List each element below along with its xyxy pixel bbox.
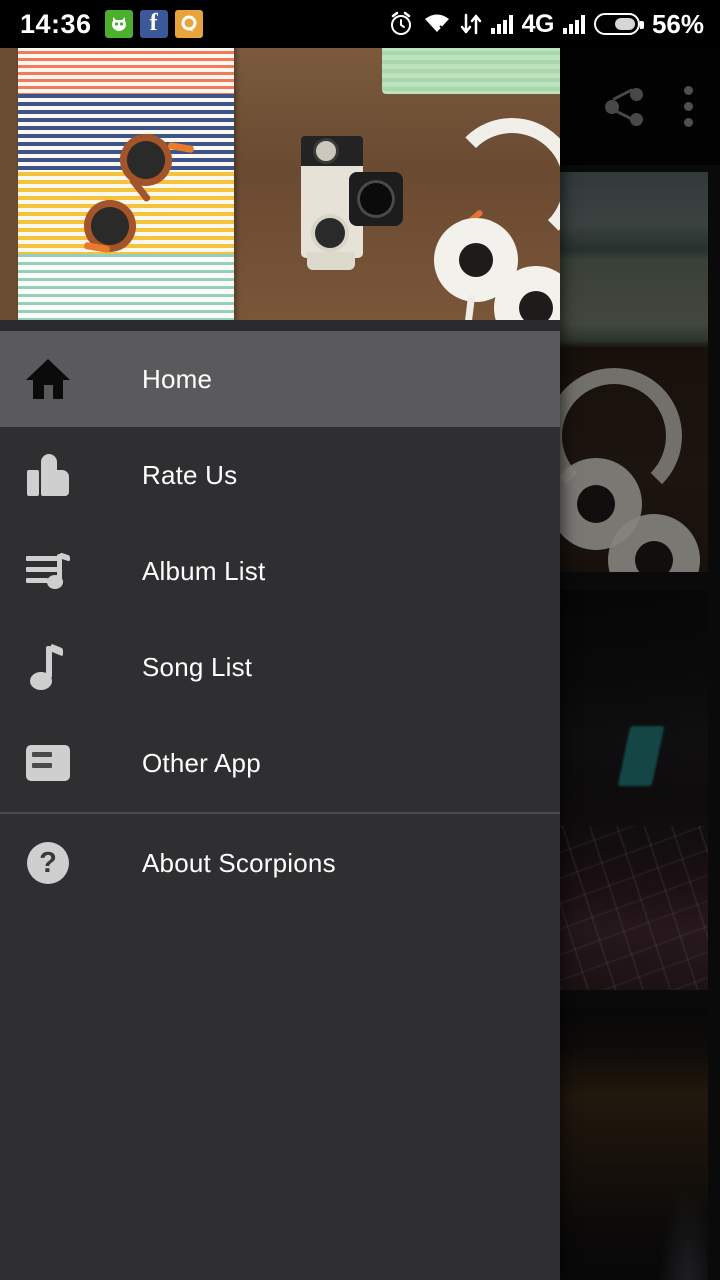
drawer-item-home[interactable]: Home [0,331,560,427]
phone-screen: 14:36 f 4G 56% Home Rate Us Album List S… [0,0,720,1280]
drawer-item-label: Song List [142,651,253,682]
drawer-item-about-scorpions[interactable]: ? About Scorpions [0,815,560,911]
signal-bars-icon [490,14,513,34]
facebook-icon: f [139,10,168,38]
drawer-item-label: Album List [142,555,266,586]
battery-icon [593,13,644,35]
green-app-icon [104,10,133,38]
drawer-header-image [0,48,560,320]
drawer-item-album-list[interactable]: Album List [0,523,560,619]
orange-app-icon [174,10,203,38]
drawer-header-gap [0,320,560,331]
navigation-drawer: Home Rate Us Album List Song List Other … [0,48,560,1280]
drawer-item-label: Rate Us [142,459,238,490]
status-system-icons: 4G 56% [388,9,704,40]
headphones-shape [430,118,560,320]
drawer-item-label: Other App [142,747,261,778]
music-note-icon [0,619,96,715]
network-type-label: 4G [521,9,555,38]
data-transfer-icon [460,13,481,35]
drawer-item-song-list[interactable]: Song List [0,619,560,715]
help-circle-icon: ? [0,815,96,911]
drawer-divider [0,812,560,814]
alarm-icon [390,11,411,35]
drawer-item-label: About Scorpions [142,847,336,878]
notification-icons: f [104,10,203,38]
drawer-item-label: Home [142,363,213,394]
drawer-item-other-app[interactable]: Other App [0,715,560,811]
web-page-icon [0,715,96,811]
signal-bars-2-icon [562,14,585,34]
battery-percent-label: 56% [651,8,704,39]
camera-shape [293,132,403,272]
thumb-up-icon [0,427,96,523]
home-icon [0,331,96,427]
drawer-item-rate-us[interactable]: Rate Us [0,427,560,523]
drawer-menu: Home Rate Us Album List Song List Other … [0,331,560,911]
status-clock: 14:36 [20,8,92,39]
green-towel-shape [382,48,560,94]
queue-music-icon [0,523,96,619]
striped-towel-shape [18,48,234,320]
status-bar: 14:36 f 4G 56% [0,0,720,48]
wifi-icon [424,14,449,34]
